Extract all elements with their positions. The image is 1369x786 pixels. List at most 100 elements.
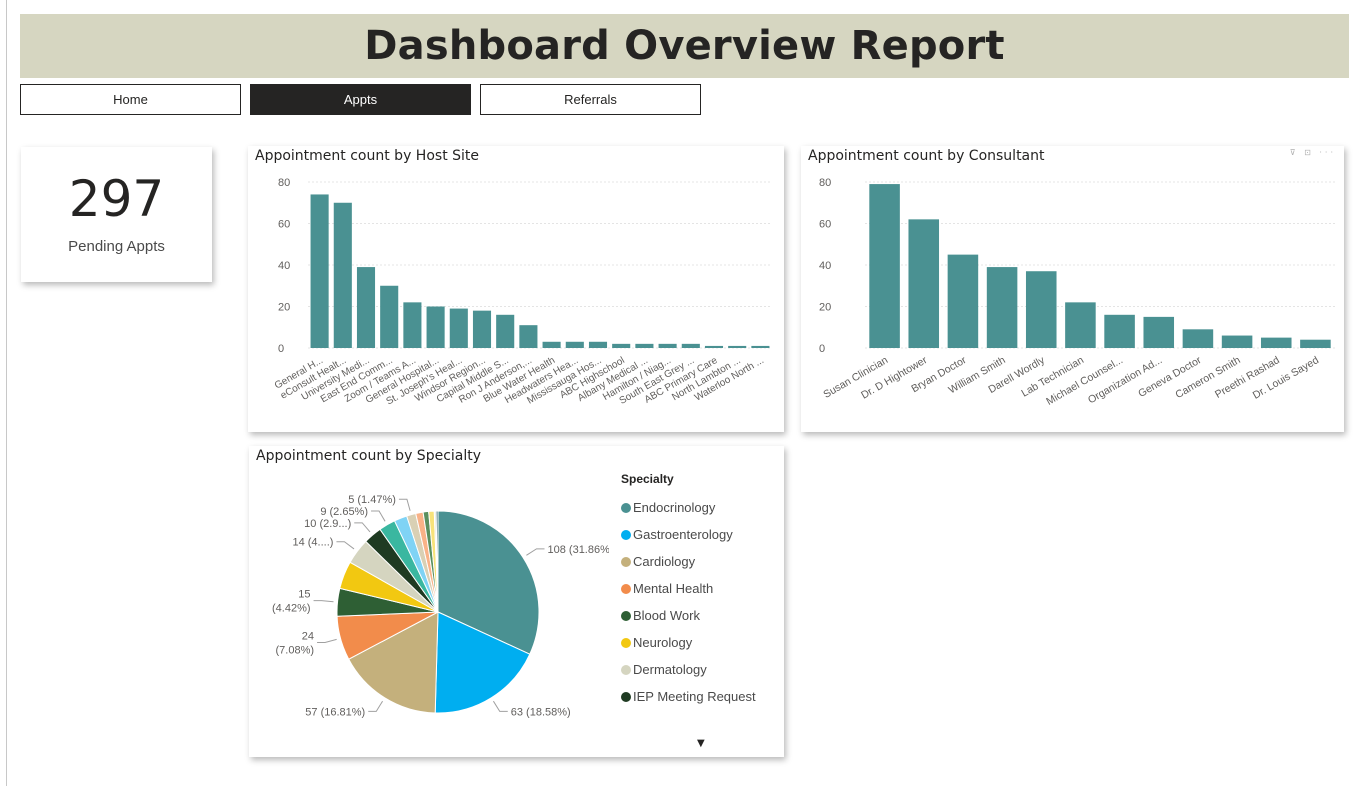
bar[interactable]: [403, 302, 422, 348]
bar[interactable]: [588, 341, 608, 348]
bar[interactable]: [728, 345, 747, 348]
bar[interactable]: [986, 267, 1018, 348]
pie-leader-line: [398, 498, 411, 511]
specialty-legend: Specialty Endocrinology Gastroenterology C…: [621, 472, 756, 710]
bar[interactable]: [1143, 316, 1175, 348]
bar[interactable]: [542, 341, 561, 348]
y-tick-label: 20: [819, 302, 831, 314]
bar[interactable]: [565, 341, 584, 348]
bar[interactable]: [612, 343, 631, 348]
pie-data-label: 15 (4.42%): [272, 589, 311, 615]
kpi-value: 297: [68, 170, 165, 228]
legend-item[interactable]: Blood Work: [621, 602, 756, 629]
legend-swatch: [621, 529, 631, 540]
x-tick-label: Susan Clinician: [821, 354, 890, 401]
bar[interactable]: [496, 314, 515, 348]
bar[interactable]: [751, 345, 770, 348]
specialty-chart-card[interactable]: Appointment count by Specialty 108 (31.8…: [249, 446, 784, 757]
consultant-chart-card[interactable]: Appointment count by Consultant ⊽ ⊡ ··· …: [801, 146, 1344, 432]
legend-swatch: [621, 691, 631, 702]
legend-swatch: [621, 637, 631, 648]
pie-data-label: 14 (4....): [292, 537, 333, 549]
legend-item[interactable]: Dermatology: [621, 656, 756, 683]
bar[interactable]: [1065, 302, 1096, 348]
bar[interactable]: [1104, 314, 1135, 348]
legend-title: Specialty: [621, 472, 674, 486]
bar[interactable]: [908, 219, 940, 348]
legend-label: Neurology: [633, 635, 693, 650]
bar[interactable]: [658, 343, 677, 348]
legend-label: Dermatology: [633, 662, 707, 677]
bar[interactable]: [449, 308, 468, 348]
page-navigation: Home Appts Referrals: [20, 84, 701, 115]
bar[interactable]: [681, 343, 700, 348]
legend-item[interactable]: Neurology: [621, 629, 756, 656]
host-site-chart-card[interactable]: Appointment count by Host Site 80 60 40 20 0…: [248, 146, 784, 432]
report-title: Dashboard Overview Report: [364, 23, 1005, 69]
y-tick-label: 0: [819, 343, 825, 355]
bar[interactable]: [1182, 329, 1214, 348]
consultant-bar-chart: 806040200Susan ClinicianDr. D HightowerB…: [819, 177, 1335, 408]
y-tick-label: 60: [819, 219, 831, 231]
pie-data-label: 9 (2.65%): [320, 506, 368, 518]
specialty-pie-chart: 108 (31.86%) 63 (18.58%) 57 (16.81%) 24 (7.0…: [272, 494, 609, 718]
bar[interactable]: [356, 267, 376, 348]
y-tick-label: 40: [278, 260, 290, 272]
y-tick-label: 80: [278, 177, 290, 189]
legend-item[interactable]: Endocrinology: [621, 494, 756, 521]
bar[interactable]: [1260, 337, 1292, 348]
bar[interactable]: [635, 343, 654, 348]
legend-swatch: [621, 502, 631, 513]
y-tick-label: 60: [278, 219, 290, 231]
legend-swatch: [621, 664, 631, 675]
pie-data-label: 108 (31.86%): [548, 544, 609, 556]
bar[interactable]: [869, 184, 900, 348]
pie-leader-line: [492, 700, 508, 712]
report-title-banner: Dashboard Overview Report: [20, 14, 1349, 78]
legend-label: Mental Health: [633, 581, 714, 596]
legend-swatch: [621, 583, 631, 594]
pie-leader-line: [317, 638, 337, 644]
bar[interactable]: [380, 285, 399, 348]
bar[interactable]: [519, 325, 538, 348]
legend-label: Cardiology: [633, 554, 696, 569]
legend-scroll-down-icon[interactable]: ▼: [697, 738, 705, 749]
pie-data-label: 10 (2.9...): [304, 518, 351, 530]
y-tick-label: 40: [819, 260, 831, 272]
pie-leader-line: [354, 522, 371, 533]
bar[interactable]: [472, 310, 492, 348]
bar[interactable]: [1300, 339, 1331, 348]
pie-leader-line: [336, 541, 355, 550]
bar[interactable]: [310, 194, 329, 348]
legend-label: IEP Meeting Request: [633, 689, 756, 704]
pie-leader-line: [371, 510, 386, 522]
kpi-card[interactable]: 297 Pending Appts: [21, 147, 212, 282]
bar[interactable]: [947, 254, 979, 348]
bar[interactable]: [1025, 271, 1057, 348]
legend-item[interactable]: Cardiology: [621, 548, 756, 575]
legend-item[interactable]: Gastroenterology: [621, 521, 756, 548]
legend-label: Gastroenterology: [633, 527, 733, 542]
legend-swatch: [621, 610, 631, 621]
pie-data-label: 57 (16.81%): [305, 706, 365, 718]
pie-data-label: 24 (7.08%): [276, 631, 315, 657]
y-tick-label: 80: [819, 177, 831, 189]
nav-home-button[interactable]: Home: [20, 84, 241, 115]
host-site-bar-chart: 806040200General H...eConsult Healt...Un…: [273, 177, 772, 408]
x-tick-label: Dr. Louis Sayed: [1251, 354, 1321, 402]
pie-leader-line: [368, 700, 384, 712]
legend-item[interactable]: IEP Meeting Request: [621, 683, 756, 710]
legend-label: Endocrinology: [633, 500, 716, 515]
kpi-label: Pending Appts: [68, 238, 165, 255]
bar[interactable]: [333, 202, 352, 348]
nav-appts-button[interactable]: Appts: [250, 84, 471, 115]
pie-data-label: 63 (18.58%): [511, 706, 571, 718]
bar[interactable]: [1221, 335, 1253, 348]
bar[interactable]: [426, 306, 445, 349]
pie-data-label: 5 (1.47%): [348, 494, 396, 506]
bar[interactable]: [704, 345, 724, 348]
y-tick-label: 20: [278, 302, 290, 314]
nav-referrals-button[interactable]: Referrals: [480, 84, 701, 115]
y-tick-label: 0: [278, 343, 284, 355]
legend-item[interactable]: Mental Health: [621, 575, 756, 602]
